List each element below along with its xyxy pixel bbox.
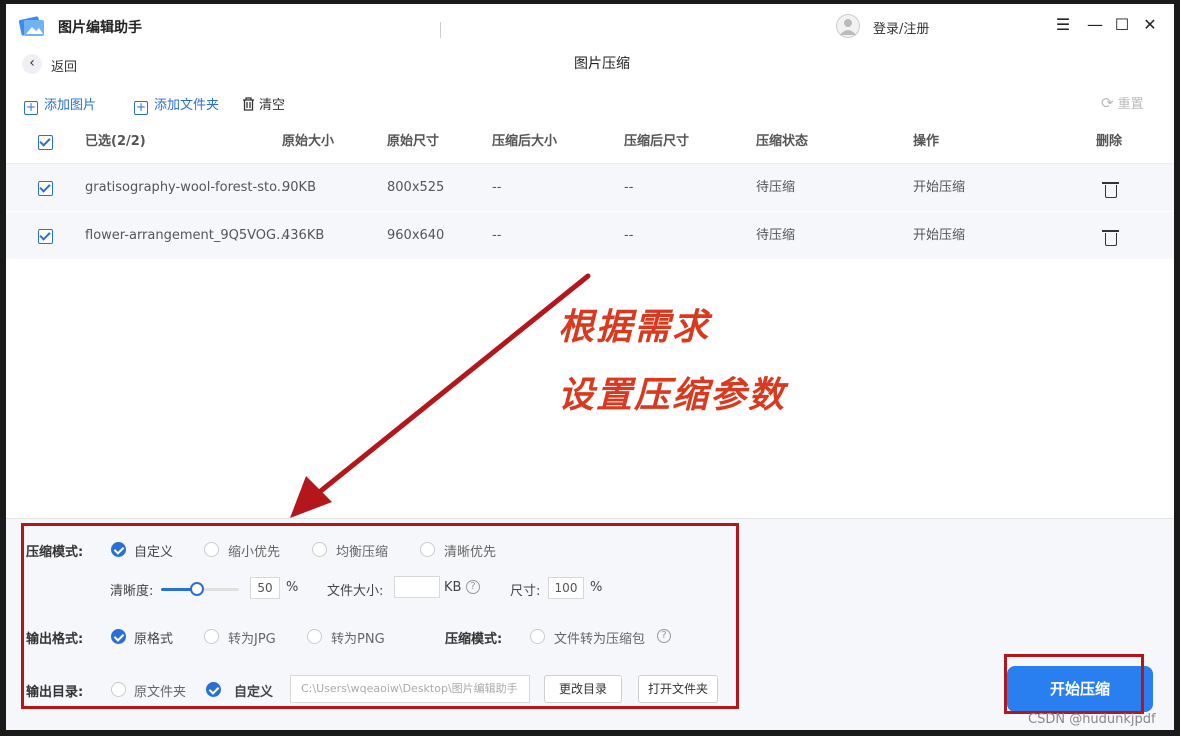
add-folder-label: 添加文件夹: [154, 98, 220, 113]
close-icon[interactable]: ✕: [1141, 16, 1159, 34]
start-highlight-box: [1004, 654, 1144, 714]
status: 待压缩: [756, 180, 796, 195]
start-compress-link[interactable]: 开始压缩: [913, 212, 965, 260]
add-image-label: 添加图片: [44, 98, 97, 113]
reset-label: 重置: [1117, 97, 1144, 112]
comp-size: --: [492, 228, 502, 243]
orig-size: 436KB: [282, 228, 325, 243]
app-logo-icon: [18, 16, 44, 36]
add-folder-button[interactable]: + 添加文件夹: [134, 94, 219, 115]
trash-icon: [243, 97, 254, 111]
file-name: flower-arrangement_9Q5VOG...: [85, 228, 289, 243]
select-all-checkbox[interactable]: [38, 135, 53, 150]
plus-icon: +: [24, 100, 38, 115]
header-orig-size: 原始大小: [282, 134, 335, 149]
title-divider: [440, 22, 441, 38]
clear-button[interactable]: 清空: [242, 94, 285, 113]
orig-dim: 800x525: [387, 180, 445, 195]
table-header: 已选(2/2) 原始大小 原始尺寸 压缩后大小 压缩后尺寸 压缩状态 操作 删除: [6, 120, 1174, 164]
header-orig-dim: 原始尺寸: [387, 134, 440, 149]
app-window: 图片编辑助手 登录/注册 ☰ — ☐ ✕ ‹ 返回 图片压缩 + 添加图片 + 添加…: [6, 4, 1174, 730]
menu-icon[interactable]: ☰: [1054, 16, 1072, 34]
app-title: 图片编辑助手: [58, 20, 142, 36]
title-bar: 图片编辑助手 登录/注册 ☰ — ☐ ✕: [6, 4, 1174, 48]
header-comp-size: 压缩后大小: [492, 134, 558, 149]
avatar-icon[interactable]: [836, 14, 860, 38]
clear-label: 清空: [259, 98, 286, 113]
page-title: 图片压缩: [574, 56, 630, 72]
login-link[interactable]: 登录/注册: [873, 18, 929, 37]
header-status: 压缩状态: [756, 134, 809, 149]
start-compress-link[interactable]: 开始压缩: [913, 164, 965, 212]
row-checkbox[interactable]: [38, 181, 53, 196]
comp-dim: --: [624, 228, 634, 243]
annotation-arrow-icon: [290, 273, 591, 518]
watermark: CSDN @hudunkjpdf: [1028, 712, 1156, 727]
orig-size: 90KB: [282, 180, 316, 195]
header-comp-dim: 压缩后尺寸: [624, 134, 690, 149]
plus-icon: +: [134, 100, 148, 115]
refresh-icon: ⟳: [1101, 94, 1114, 112]
delete-icon[interactable]: [1102, 182, 1119, 198]
status: 待压缩: [756, 228, 796, 243]
table-row: gratisography-wool-forest-sto... 90KB 80…: [6, 164, 1174, 212]
file-name: gratisography-wool-forest-sto...: [85, 180, 290, 195]
comp-dim: --: [624, 180, 634, 195]
row-checkbox[interactable]: [38, 229, 53, 244]
minimize-icon[interactable]: —: [1086, 16, 1104, 34]
header-action: 操作: [913, 134, 940, 149]
table-row: flower-arrangement_9Q5VOG... 436KB 960x6…: [6, 212, 1174, 260]
reset-button[interactable]: ⟳ 重置: [1101, 93, 1144, 112]
annotation-text-2: 设置压缩参数: [558, 375, 787, 416]
settings-highlight-box: [21, 523, 739, 709]
maximize-icon[interactable]: ☐: [1113, 16, 1131, 34]
annotation-text-1: 根据需求: [558, 307, 711, 348]
orig-dim: 960x640: [387, 228, 445, 243]
add-image-button[interactable]: + 添加图片: [24, 94, 96, 115]
header-selected: 已选(2/2): [85, 134, 146, 149]
delete-icon[interactable]: [1102, 230, 1119, 246]
comp-size: --: [492, 180, 502, 195]
header-delete: 删除: [1096, 134, 1123, 149]
